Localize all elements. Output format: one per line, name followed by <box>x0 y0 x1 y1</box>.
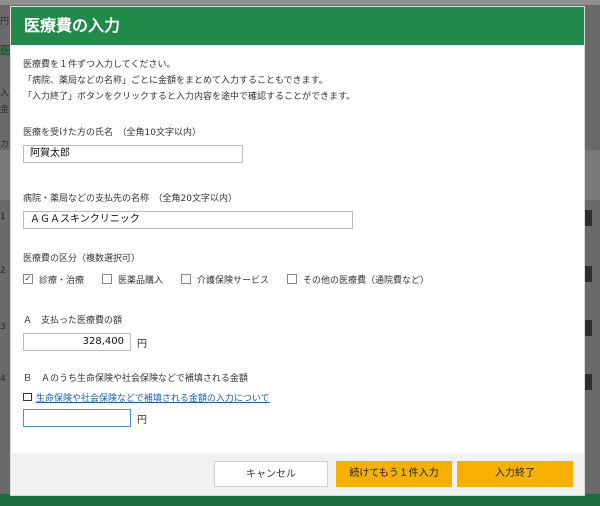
category-options: ✓ 診療・治療 医薬品購入 介護保険サービス その他の医療費（通院費など） <box>23 271 572 287</box>
intro-line: 「病院、薬局などの名称」ごとに金額をまとめて入力することもできます。 <box>23 76 328 86</box>
reimbursed-amount-unit: 円 <box>137 414 147 426</box>
paid-amount-row: 328,400 円 <box>23 333 572 351</box>
dialog-body: 医療費を１件ずつ入力してください。 「病院、薬局などの名称」ごとに金額をまとめて… <box>11 45 584 427</box>
document-icon <box>23 393 32 401</box>
backdrop-button <box>584 210 592 226</box>
dialog-title: 医療費の入力 <box>11 7 584 45</box>
paid-amount-unit: 円 <box>137 338 147 350</box>
reimbursed-amount-label: Ｂ Ａのうち生命保険や社会保険などで補填される金額 <box>23 374 248 384</box>
payee-name-input[interactable]: ＡＧＡスキンクリニック <box>23 211 353 229</box>
intro-line: 医療費を１件ずつ入力してください。 <box>23 60 176 70</box>
category-option-other[interactable]: その他の医療費（通院費など） <box>287 273 429 286</box>
checkbox-icon[interactable] <box>102 274 113 284</box>
category-option-label: その他の医療費（通院費など） <box>303 275 430 286</box>
intro-line: 「入力終了」ボタンをクリックすると入力内容を途中で確認することができます。 <box>23 92 356 102</box>
medical-expense-dialog: 医療費の入力 医療費を１件ずつ入力してください。 「病院、薬局などの名称」ごとに… <box>10 6 585 496</box>
category-label: 医療費の区分（複数選択可） <box>23 254 141 264</box>
patient-name-label: 医療を受けた方の氏名 （全角10文字以内） <box>23 128 201 138</box>
dialog-footer: キャンセル 続けてもう１件入力 入力終了 <box>11 453 584 495</box>
reimbursed-amount-row: 円 <box>23 409 572 427</box>
backdrop-top-bar <box>0 0 600 5</box>
backdrop-button <box>584 320 592 336</box>
payee-name-label: 病院・薬局などの支払先の名称 （全角20文字以内） <box>23 194 237 204</box>
category-option-label: 介護保険サービス <box>197 275 270 286</box>
checkbox-icon[interactable] <box>287 274 298 284</box>
finish-input-button[interactable]: 入力終了 <box>457 461 573 487</box>
reimbursed-help-link[interactable]: 生命保険や社会保険などで補填される金額の入力について <box>36 391 270 404</box>
category-option-medicine[interactable]: 医薬品購入 <box>102 273 163 286</box>
backdrop-button <box>584 374 592 390</box>
add-another-button[interactable]: 続けてもう１件入力 <box>336 461 452 487</box>
category-option-label: 診療・治療 <box>39 275 85 286</box>
patient-name-input[interactable]: 阿賀太郎 <box>23 145 243 163</box>
reimbursed-amount-input[interactable] <box>23 409 131 427</box>
checkbox-icon[interactable] <box>181 274 192 284</box>
paid-amount-input[interactable]: 328,400 <box>23 333 131 351</box>
reimbursed-help-row: 生命保険や社会保険などで補填される金額の入力について <box>23 389 572 405</box>
checkbox-checked-icon[interactable]: ✓ <box>23 274 33 284</box>
backdrop-button <box>584 266 592 282</box>
intro-text: 医療費を１件ずつ入力してください。 「病院、薬局などの名称」ごとに金額をまとめて… <box>23 57 572 105</box>
category-option-treatment[interactable]: ✓ 診療・治療 <box>23 273 84 286</box>
cancel-button[interactable]: キャンセル <box>214 461 328 487</box>
category-option-label: 医薬品購入 <box>118 275 164 286</box>
paid-amount-label: Ａ 支払った医療費の額 <box>23 316 123 326</box>
category-option-care-service[interactable]: 介護保険サービス <box>181 273 269 286</box>
